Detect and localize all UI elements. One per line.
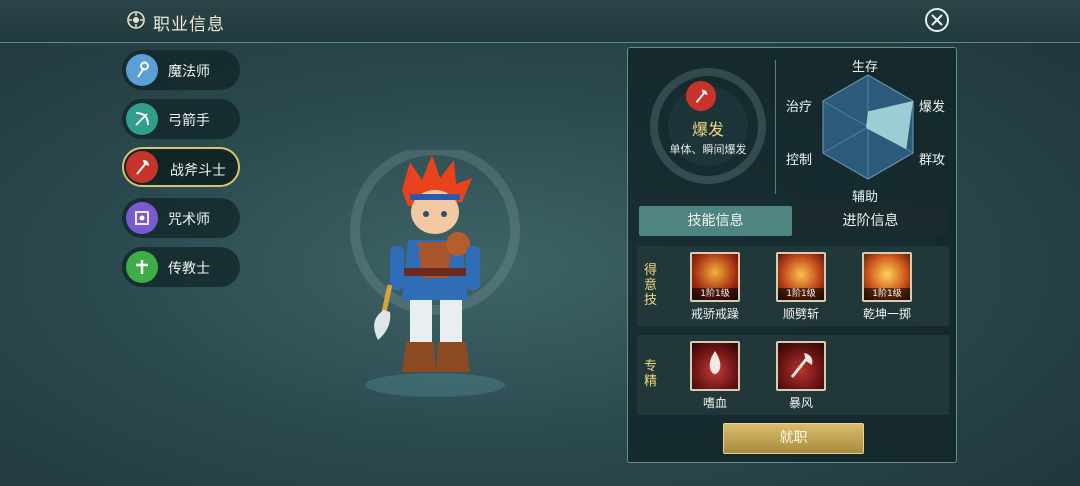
skill-name: 戒骄戒躁	[690, 307, 739, 321]
radar-label-control: 控制	[786, 153, 813, 168]
flame-fist-icon[interactable]: 1阶1级	[690, 252, 740, 302]
class-label: 咒术师	[168, 212, 210, 228]
close-icon	[931, 14, 943, 26]
bow-arrow-icon	[126, 103, 158, 135]
class-detail-panel: 爆发 单体、瞬间爆发 生存 爆发 群攻 辅助 控制 治疗 技能信息 进阶信息 得…	[627, 47, 957, 463]
skill-slot[interactable]: 暴风	[766, 341, 836, 411]
holy-cross-icon	[126, 251, 158, 283]
class-item-mage[interactable]: 魔法师	[122, 50, 240, 90]
class-type-description: 单体、瞬间爆发	[669, 143, 747, 156]
radar-label-support: 辅助	[852, 190, 879, 205]
class-label: 传教士	[168, 261, 210, 277]
specialization-section: 专精 嗜血 暴风	[637, 335, 949, 415]
class-item-archer[interactable]: 弓箭手	[122, 99, 240, 139]
skill-name: 乾坤一掷	[862, 307, 911, 321]
battle-axe-icon	[686, 81, 716, 111]
specialization-label: 专精	[644, 359, 658, 389]
skill-level: 1阶1级	[692, 288, 738, 300]
skill-level: 1阶1级	[864, 288, 910, 300]
attribute-radar-chart: 生存 爆发 群攻 辅助 控制 治疗	[778, 52, 958, 205]
class-item-warlock[interactable]: 咒术师	[122, 198, 240, 238]
character-model	[350, 150, 520, 397]
magic-staff-icon	[126, 54, 158, 86]
tab-advancement-info[interactable]: 进阶信息	[794, 206, 947, 236]
skill-slot[interactable]: 1阶1级 顺劈斩	[766, 252, 836, 322]
skill-level: 1阶1级	[778, 288, 824, 300]
skill-slot[interactable]: 1阶1级 戒骄戒躁	[680, 252, 750, 322]
storm-axe-icon[interactable]	[776, 341, 826, 391]
class-type-name: 爆发	[691, 120, 724, 139]
blood-drop-icon[interactable]	[690, 341, 740, 391]
header-bar: 职业信息	[0, 0, 1080, 43]
radar-label-healing: 治疗	[786, 100, 813, 115]
axe-slash-icon[interactable]: 1阶1级	[776, 252, 826, 302]
radar-label-aoe: 群攻	[919, 153, 946, 168]
skill-slot[interactable]: 1阶1级 乾坤一掷	[852, 252, 922, 322]
skill-slot[interactable]: 嗜血	[680, 341, 750, 411]
detail-tabs: 技能信息 进阶信息	[638, 206, 948, 236]
battle-axe-icon	[126, 151, 158, 183]
skill-name: 暴风	[788, 396, 813, 410]
tab-skill-info[interactable]: 技能信息	[639, 206, 792, 236]
spell-seal-icon	[126, 202, 158, 234]
skill-name: 嗜血	[702, 396, 727, 410]
radar-label-burst: 爆发	[919, 100, 946, 115]
favored-skills-label: 得意技	[644, 263, 658, 308]
class-label: 魔法师	[168, 64, 210, 80]
favored-skills-section: 得意技 1阶1级 戒骄戒躁 1阶1级 顺劈斩 1阶1级 乾坤一掷	[637, 246, 949, 326]
skill-name: 顺劈斩	[782, 307, 819, 321]
explosion-icon[interactable]: 1阶1级	[862, 252, 912, 302]
gear-emblem-icon	[127, 11, 145, 29]
change-job-button[interactable]: 就职	[723, 423, 864, 454]
divider	[775, 60, 776, 194]
class-item-missionary[interactable]: 传教士	[122, 247, 240, 287]
page-title: 职业信息	[153, 15, 225, 35]
class-item-axe-fighter[interactable]: 战斧斗士	[122, 147, 240, 187]
radar-label-survival: 生存	[852, 60, 879, 75]
class-label: 战斧斗士	[170, 163, 226, 179]
close-button[interactable]	[925, 8, 949, 32]
class-label: 弓箭手	[168, 113, 210, 129]
